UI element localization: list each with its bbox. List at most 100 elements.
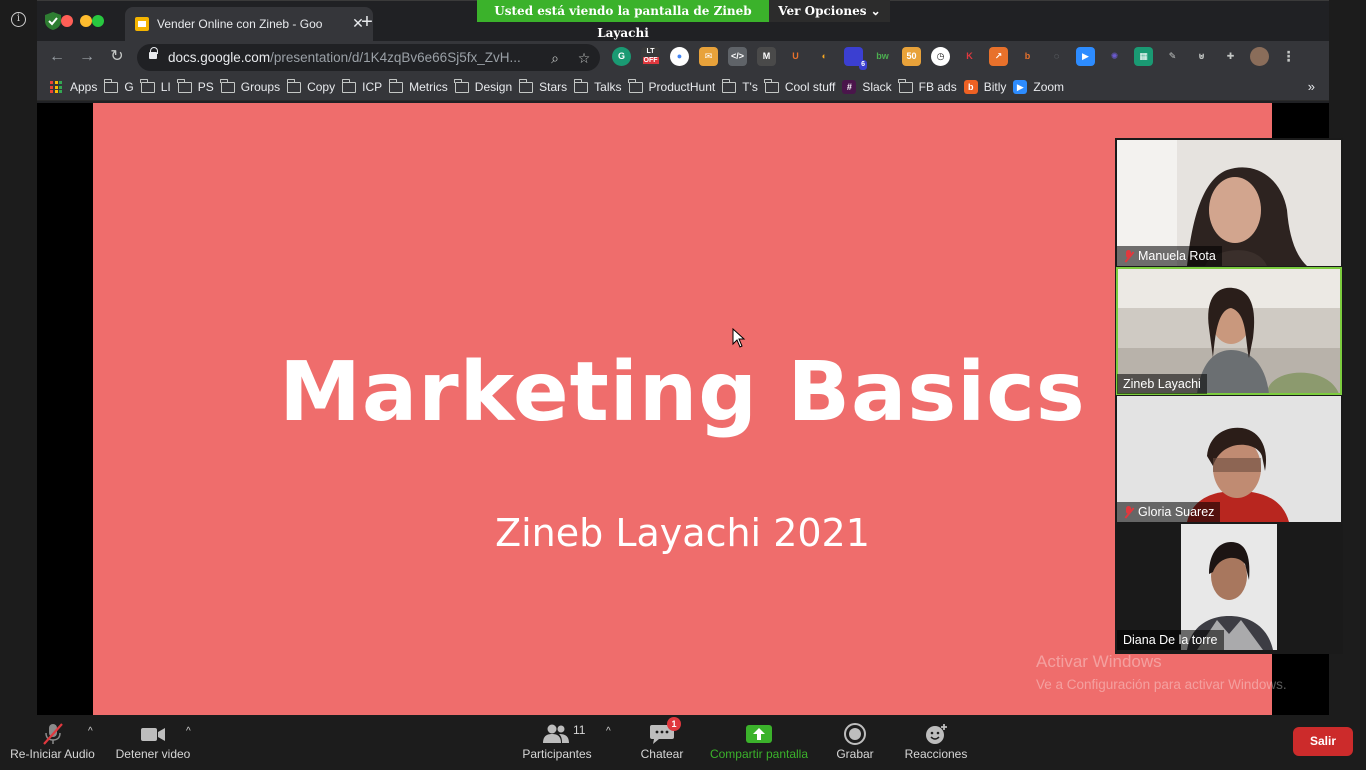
record-label: Grabar	[836, 747, 874, 761]
participants-options-chevron-icon[interactable]: ^	[606, 726, 611, 737]
bookmark-item[interactable]: Stars	[518, 73, 574, 101]
bookmark-item[interactable]: Cool stuff	[764, 73, 842, 101]
sheets-ext-icon[interactable]: ▦	[1134, 47, 1153, 66]
grammarly-icon[interactable]: G	[612, 47, 631, 66]
back-icon[interactable]: ←	[47, 47, 67, 67]
chat-button[interactable]: 1 Chatear	[632, 715, 692, 770]
google-ext-icon[interactable]: ●	[670, 47, 689, 66]
bookmark-item[interactable]: Metrics	[388, 73, 455, 101]
participant-tile[interactable]: Gloria Suarez	[1117, 396, 1341, 522]
gear-ext-icon[interactable]: ✺	[1105, 47, 1124, 66]
bookmark-item[interactable]: Copy	[286, 73, 342, 101]
bookmark-item[interactable]: b Bitly	[963, 73, 1014, 101]
mic-muted-icon	[1123, 249, 1133, 263]
participant-name-label: Zineb Layachi	[1117, 374, 1207, 394]
pocket-icon[interactable]: ⊍	[1192, 47, 1211, 66]
bookmark-label: Zoom	[1033, 80, 1065, 94]
bookmark-label: Bitly	[983, 80, 1007, 94]
participant-tile[interactable]: Diana De la torre	[1117, 524, 1341, 650]
fifty-ext-icon[interactable]: 50	[902, 47, 921, 66]
leave-meeting-button[interactable]: Salir	[1293, 727, 1353, 756]
bookmark-item[interactable]: G	[103, 73, 140, 101]
kebab-menu-icon[interactable]: ⋮	[1279, 47, 1298, 66]
mic-muted-icon	[1123, 505, 1133, 519]
loop-ext-icon[interactable]: ◌	[1047, 47, 1066, 66]
browser-toolbar: ← → ↻ docs.google.com/presentation/d/1K4…	[37, 41, 1329, 73]
participant-gallery: Manuela Rota Zineb Layachi Gloria Suarez…	[1115, 138, 1343, 654]
zoom-ext-icon[interactable]: ▶	[1076, 47, 1095, 66]
bookmark-item[interactable]: Design	[454, 73, 519, 101]
bookmark-item[interactable]: Talks	[573, 73, 628, 101]
bookmark-item[interactable]: ProductHunt	[628, 73, 723, 101]
reactions-button[interactable]: Reacciones	[900, 715, 972, 770]
video-options-chevron-icon[interactable]: ^	[186, 726, 191, 737]
address-bar[interactable]: docs.google.com/presentation/d/1K4zqBv6e…	[137, 44, 600, 71]
share-screen-button[interactable]: Compartir pantalla	[706, 715, 812, 770]
bookmark-item[interactable]: ▶ Zoom	[1013, 73, 1071, 101]
bookmark-label: G	[124, 80, 134, 94]
bookmark-item[interactable]: # Slack	[842, 73, 898, 101]
participant-name-label: Diana De la torre	[1117, 630, 1224, 650]
left-strip: i	[0, 0, 37, 715]
ubersuggest-icon[interactable]: U	[786, 47, 805, 66]
k-ext-icon[interactable]: K	[960, 47, 979, 66]
speedometer-ext-icon[interactable]: ◷	[931, 47, 950, 66]
bookmark-label: Groups	[240, 80, 281, 94]
mail-ext-icon[interactable]: ✉	[699, 47, 718, 66]
tab-title: Vender Online con Zineb - Goo	[157, 17, 323, 31]
participant-name: Gloria Suarez	[1138, 505, 1215, 519]
bitly-ext-icon[interactable]: b	[1018, 47, 1037, 66]
screen: i Vender Online con Zineb - Goo ✕ + ← → …	[0, 0, 1366, 770]
new-tab-icon[interactable]: +	[357, 12, 377, 32]
audio-button[interactable]: Re-Iniciar Audio	[4, 715, 101, 770]
view-options-button[interactable]: Ver Opciones ⌄	[769, 0, 890, 22]
pen-ext-icon[interactable]: ✎	[1163, 47, 1182, 66]
bookmark-star-icon[interactable]: ☆	[574, 48, 594, 68]
info-icon[interactable]: i	[11, 12, 26, 27]
crescent-ext-icon[interactable]: ◐	[815, 47, 834, 66]
bw-ext-icon[interactable]: bw	[873, 47, 892, 66]
medium-ext-icon[interactable]: M	[757, 47, 776, 66]
bookmark-item[interactable]: Groups	[220, 73, 287, 101]
chart-ext-icon[interactable]: ↗	[989, 47, 1008, 66]
bookmarks-bar: Apps G LI PS Groups Copy ICP Metrics Design Stars…	[37, 73, 1329, 101]
forward-icon[interactable]: →	[77, 47, 97, 67]
url-host: docs.google.com	[168, 50, 271, 65]
languagetool-icon[interactable]: LT OFF	[641, 47, 660, 66]
bookmark-item[interactable]: T's	[721, 73, 765, 101]
profile-avatar[interactable]	[1250, 47, 1269, 66]
maximize-window-icon[interactable]	[92, 15, 104, 27]
audio-options-chevron-icon[interactable]: ^	[88, 726, 93, 737]
audio-label: Re-Iniciar Audio	[10, 747, 95, 761]
record-button[interactable]: Grabar	[826, 715, 884, 770]
reload-icon[interactable]: ↻	[107, 47, 127, 67]
video-button[interactable]: Detener video	[112, 715, 194, 770]
bookmark-item[interactable]: ICP	[341, 73, 389, 101]
participant-tile-active-speaker[interactable]: Zineb Layachi	[1116, 267, 1342, 395]
share-screen-label: Compartir pantalla	[709, 747, 809, 761]
participant-tile[interactable]: Manuela Rota	[1117, 140, 1341, 266]
bookmark-item[interactable]: LI	[140, 73, 178, 101]
close-window-icon[interactable]	[61, 15, 73, 27]
participants-button[interactable]: 11 Participantes	[518, 715, 596, 770]
bookmark-item[interactable]: PS	[177, 73, 221, 101]
screen-share-banner: Usted está viendo la pantalla de Zineb L…	[477, 0, 769, 40]
bookmark-item[interactable]: FB ads	[898, 73, 964, 101]
minimize-window-icon[interactable]	[80, 15, 92, 27]
bookmark-label: Copy	[307, 80, 336, 94]
multi-ext-icon[interactable]: 6	[844, 47, 867, 70]
extension-count-badge: 6	[859, 60, 867, 70]
tab-slides[interactable]: Vender Online con Zineb - Goo ✕	[125, 7, 373, 41]
code-ext-icon[interactable]: </>	[728, 47, 747, 66]
meeting-controls: Re-Iniciar Audio ^ Detener video ^ 11 Pa…	[0, 715, 1366, 770]
bookmark-label: Metrics	[409, 80, 448, 94]
folder-icon	[286, 78, 302, 93]
windows-activation-title: Activar Windows	[1036, 652, 1162, 671]
bookmark-label: Stars	[539, 80, 568, 94]
bookmark-item[interactable]: Apps	[50, 73, 104, 101]
bookmark-label: Design	[474, 80, 513, 94]
search-icon[interactable]: ⌕	[545, 48, 565, 68]
more-bookmarks-icon[interactable]: »	[1308, 79, 1315, 94]
puzzle-icon[interactable]: ✚	[1221, 47, 1240, 66]
bookmark-label: T's	[742, 80, 758, 94]
